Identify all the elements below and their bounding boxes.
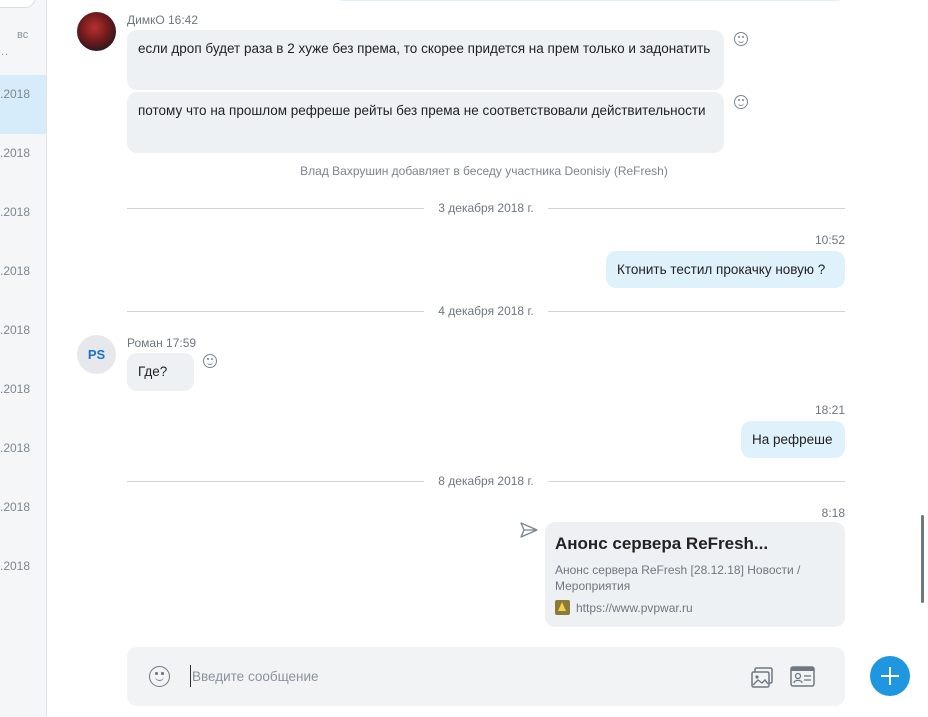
conversation-item[interactable]: .2018 (0, 311, 46, 370)
skype-window: вс .. .2018 .2018 .2018 .2018 .2018 .201… (0, 0, 928, 717)
divider-line (548, 311, 845, 312)
outgoing-message-bubble[interactable]: На рефреше (741, 421, 845, 458)
message-time: 10:52 (814, 233, 845, 247)
send-icon[interactable] (520, 522, 538, 538)
previous-message-bubble (335, 0, 845, 1)
divider-line (548, 481, 845, 482)
conversation-item[interactable]: .2018 (0, 75, 46, 134)
link-preview-description: Анонс сервера ReFresh [28.12.18] Новости… (555, 563, 801, 593)
link-preview-url[interactable]: https://www.pvpwar.ru (576, 601, 693, 615)
date-divider: 3 декабря 2018 г. (127, 201, 845, 215)
message-bubble[interactable]: потому что на прошлом рефреше рейты без … (127, 92, 724, 153)
conversation-date: .2018 (0, 500, 31, 514)
message-sender: ДимкО 16:42 (127, 13, 199, 27)
reaction-icon[interactable] (734, 32, 748, 46)
message-composer (127, 647, 845, 706)
link-preview-title: Анонс сервера ReFresh... (555, 534, 769, 553)
chat-panel: ДимкО 16:42 если дроп будет раза в 2 хуж… (47, 0, 921, 717)
divider-line (548, 208, 845, 209)
conversation-date: .2018 (0, 264, 31, 278)
conversation-item[interactable]: .2018 (0, 488, 46, 547)
message-sender: Роман 17:59 (127, 336, 197, 350)
conversation-item[interactable]: .2018 (0, 252, 46, 311)
contact-card-icon[interactable] (790, 666, 815, 687)
conversation-date: .2018 (0, 146, 31, 160)
system-message: Влад Вахрушин добавляет в беседу участни… (300, 164, 668, 178)
scrollbar-thumb[interactable] (921, 515, 924, 603)
conversation-item[interactable]: .2018 (0, 193, 46, 252)
conversation-date: .2018 (0, 382, 31, 396)
message-time: 18:21 (814, 403, 845, 417)
link-preview-card[interactable]: Анонс сервера ReFresh... Анонс сервера R… (545, 522, 845, 627)
day-label: вс (17, 29, 29, 41)
more-dots: .. (1, 46, 10, 58)
message-bubble[interactable]: если дроп будет раза в 2 хуже без према,… (127, 30, 724, 90)
conversation-item[interactable]: .2018 (0, 429, 46, 488)
media-icon[interactable] (750, 665, 775, 689)
outgoing-message-bubble[interactable]: Ктонить тестил прокачку новую ? (606, 251, 845, 288)
date-divider: 4 декабря 2018 г. (127, 304, 845, 318)
conversation-item[interactable]: .2018 (0, 370, 46, 429)
link-preview-url-row[interactable]: https://www.pvpwar.ru (555, 600, 835, 615)
date-divider: 8 декабря 2018 г. (127, 474, 845, 488)
conversation-date: .2018 (0, 559, 31, 573)
conversation-list: вс .. .2018 .2018 .2018 .2018 .2018 .201… (0, 0, 47, 717)
reaction-icon[interactable] (734, 95, 748, 109)
avatar-initials[interactable]: PS (77, 335, 116, 374)
reaction-icon[interactable] (203, 354, 217, 368)
message-input[interactable] (190, 665, 730, 687)
message-time: 8:18 (821, 506, 845, 520)
avatar[interactable] (77, 12, 116, 51)
conversation-date: .2018 (0, 323, 31, 337)
scrollbar[interactable] (921, 0, 928, 717)
conversation-item[interactable]: .2018 (0, 547, 46, 606)
conversation-date: .2018 (0, 205, 31, 219)
conversation-item[interactable]: .2018 (0, 134, 46, 193)
site-favicon-icon (555, 600, 570, 615)
add-button[interactable] (870, 656, 910, 696)
search-pill[interactable] (0, 0, 36, 8)
conversation-date: .2018 (0, 87, 31, 101)
message-bubble[interactable]: Где? (127, 353, 194, 391)
emoji-icon[interactable] (149, 666, 170, 687)
conversation-date: .2018 (0, 441, 31, 455)
